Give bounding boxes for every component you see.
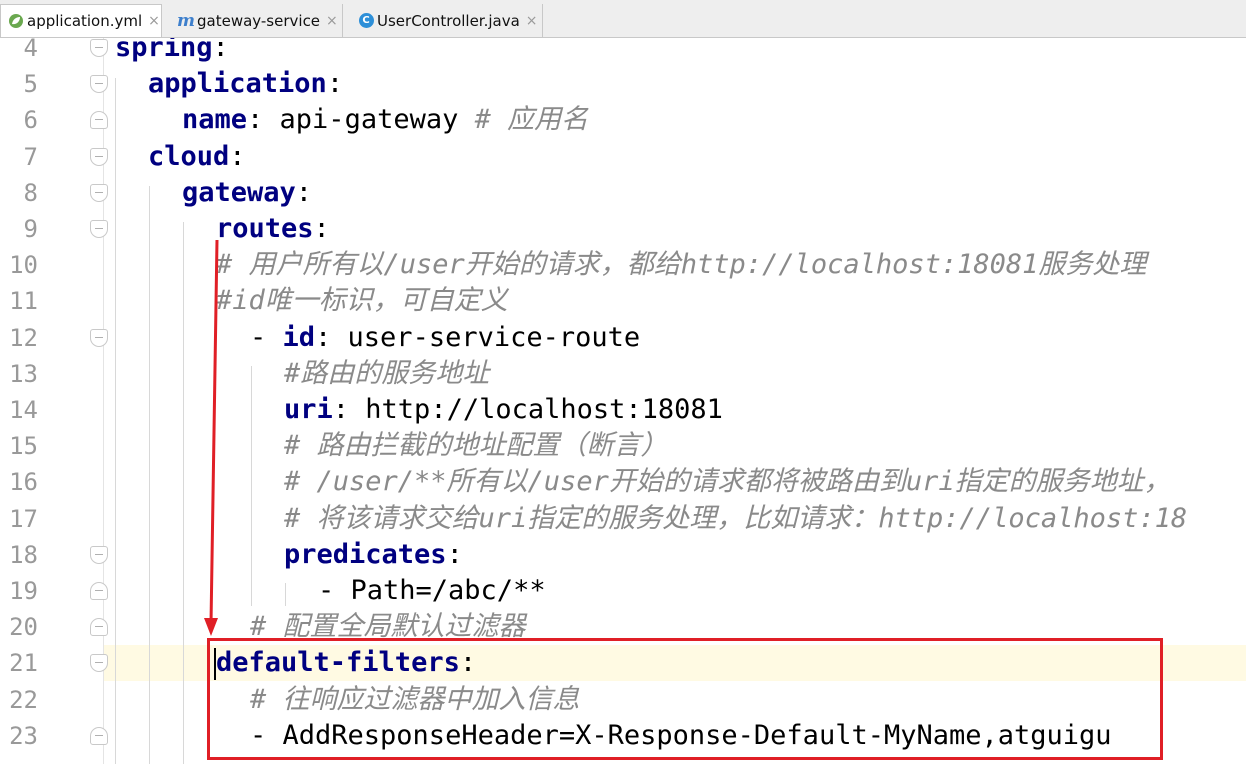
annotation-arrow <box>204 239 219 636</box>
